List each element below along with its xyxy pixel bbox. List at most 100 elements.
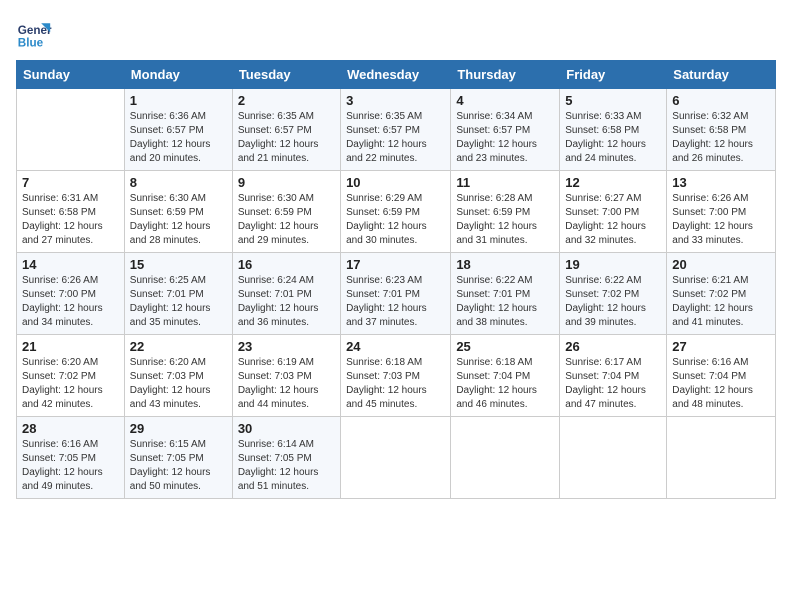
day-cell	[17, 89, 125, 171]
week-row-2: 7 Sunrise: 6:31 AM Sunset: 6:58 PM Daylig…	[17, 171, 776, 253]
day-info: Sunrise: 6:15 AM Sunset: 7:05 PM Dayligh…	[130, 438, 227, 494]
header: General Blue	[16, 16, 776, 52]
day-cell: 5 Sunrise: 6:33 AM Sunset: 6:58 PM Daylig…	[560, 89, 667, 171]
day-info: Sunrise: 6:34 AM Sunset: 6:57 PM Dayligh…	[456, 110, 554, 166]
day-cell: 2 Sunrise: 6:35 AM Sunset: 6:57 PM Daylig…	[232, 89, 340, 171]
day-cell	[341, 417, 451, 499]
day-cell: 30 Sunrise: 6:14 AM Sunset: 7:05 PM Dayli…	[232, 417, 340, 499]
day-info: Sunrise: 6:23 AM Sunset: 7:01 PM Dayligh…	[346, 274, 445, 330]
day-cell: 12 Sunrise: 6:27 AM Sunset: 7:00 PM Dayli…	[560, 171, 667, 253]
day-number: 5	[565, 93, 661, 108]
day-cell: 26Sunrise: 6:17 AM Sunset: 7:04 PM Dayli…	[560, 335, 667, 417]
day-cell: 17 Sunrise: 6:23 AM Sunset: 7:01 PM Dayli…	[341, 253, 451, 335]
col-header-wednesday: Wednesday	[341, 61, 451, 89]
day-cell: 3 Sunrise: 6:35 AM Sunset: 6:57 PM Daylig…	[341, 89, 451, 171]
day-cell	[560, 417, 667, 499]
day-info: Sunrise: 6:25 AM Sunset: 7:01 PM Dayligh…	[130, 274, 227, 330]
day-cell: 1 Sunrise: 6:36 AM Sunset: 6:57 PM Daylig…	[124, 89, 232, 171]
day-number: 25	[456, 339, 554, 354]
week-row-4: 21Sunrise: 6:20 AM Sunset: 7:02 PM Dayli…	[17, 335, 776, 417]
day-cell: 19 Sunrise: 6:22 AM Sunset: 7:02 PM Dayli…	[560, 253, 667, 335]
svg-text:Blue: Blue	[18, 37, 44, 50]
day-info: Sunrise: 6:18 AM Sunset: 7:03 PM Dayligh…	[346, 356, 445, 412]
week-row-1: 1 Sunrise: 6:36 AM Sunset: 6:57 PM Daylig…	[17, 89, 776, 171]
day-info: Sunrise: 6:16 AM Sunset: 7:05 PM Dayligh…	[22, 438, 119, 494]
day-cell: 25 Sunrise: 6:18 AM Sunset: 7:04 PM Dayli…	[451, 335, 560, 417]
day-info: Sunrise: 6:24 AM Sunset: 7:01 PM Dayligh…	[238, 274, 335, 330]
day-cell: 22Sunrise: 6:20 AM Sunset: 7:03 PM Dayli…	[124, 335, 232, 417]
logo: General Blue	[16, 16, 56, 52]
day-cell: 10Sunrise: 6:29 AM Sunset: 6:59 PM Dayli…	[341, 171, 451, 253]
col-header-monday: Monday	[124, 61, 232, 89]
day-cell: 4 Sunrise: 6:34 AM Sunset: 6:57 PM Daylig…	[451, 89, 560, 171]
day-number: 10	[346, 175, 445, 190]
col-header-saturday: Saturday	[667, 61, 776, 89]
day-cell: 7 Sunrise: 6:31 AM Sunset: 6:58 PM Daylig…	[17, 171, 125, 253]
day-cell: 24 Sunrise: 6:18 AM Sunset: 7:03 PM Dayli…	[341, 335, 451, 417]
day-cell: 11 Sunrise: 6:28 AM Sunset: 6:59 PM Dayli…	[451, 171, 560, 253]
day-info: Sunrise: 6:17 AM Sunset: 7:04 PM Dayligh…	[565, 356, 661, 412]
day-number: 27	[672, 339, 770, 354]
day-number: 23	[238, 339, 335, 354]
day-info: Sunrise: 6:27 AM Sunset: 7:00 PM Dayligh…	[565, 192, 661, 248]
day-info: Sunrise: 6:35 AM Sunset: 6:57 PM Dayligh…	[238, 110, 335, 166]
day-number: 7	[22, 175, 119, 190]
day-cell: 16 Sunrise: 6:24 AM Sunset: 7:01 PM Dayli…	[232, 253, 340, 335]
day-info: Sunrise: 6:33 AM Sunset: 6:58 PM Dayligh…	[565, 110, 661, 166]
day-info: Sunrise: 6:22 AM Sunset: 7:02 PM Dayligh…	[565, 274, 661, 330]
day-number: 19	[565, 257, 661, 272]
day-number: 15	[130, 257, 227, 272]
day-info: Sunrise: 6:20 AM Sunset: 7:02 PM Dayligh…	[22, 356, 119, 412]
day-cell: 8 Sunrise: 6:30 AM Sunset: 6:59 PM Daylig…	[124, 171, 232, 253]
day-number: 14	[22, 257, 119, 272]
day-info: Sunrise: 6:36 AM Sunset: 6:57 PM Dayligh…	[130, 110, 227, 166]
day-cell: 21Sunrise: 6:20 AM Sunset: 7:02 PM Dayli…	[17, 335, 125, 417]
day-number: 30	[238, 421, 335, 436]
day-number: 18	[456, 257, 554, 272]
day-number: 8	[130, 175, 227, 190]
day-info: Sunrise: 6:30 AM Sunset: 6:59 PM Dayligh…	[238, 192, 335, 248]
day-cell: 6Sunrise: 6:32 AM Sunset: 6:58 PM Daylig…	[667, 89, 776, 171]
day-number: 16	[238, 257, 335, 272]
day-cell: 28 Sunrise: 6:16 AM Sunset: 7:05 PM Dayli…	[17, 417, 125, 499]
day-info: Sunrise: 6:30 AM Sunset: 6:59 PM Dayligh…	[130, 192, 227, 248]
day-number: 24	[346, 339, 445, 354]
day-number: 12	[565, 175, 661, 190]
day-info: Sunrise: 6:32 AM Sunset: 6:58 PM Dayligh…	[672, 110, 770, 166]
day-number: 3	[346, 93, 445, 108]
day-number: 11	[456, 175, 554, 190]
day-number: 17	[346, 257, 445, 272]
day-info: Sunrise: 6:21 AM Sunset: 7:02 PM Dayligh…	[672, 274, 770, 330]
day-cell: 29 Sunrise: 6:15 AM Sunset: 7:05 PM Dayli…	[124, 417, 232, 499]
day-number: 29	[130, 421, 227, 436]
day-cell: 14 Sunrise: 6:26 AM Sunset: 7:00 PM Dayli…	[17, 253, 125, 335]
day-info: Sunrise: 6:14 AM Sunset: 7:05 PM Dayligh…	[238, 438, 335, 494]
col-header-friday: Friday	[560, 61, 667, 89]
col-header-thursday: Thursday	[451, 61, 560, 89]
day-cell: 27Sunrise: 6:16 AM Sunset: 7:04 PM Dayli…	[667, 335, 776, 417]
day-info: Sunrise: 6:18 AM Sunset: 7:04 PM Dayligh…	[456, 356, 554, 412]
day-cell: 15 Sunrise: 6:25 AM Sunset: 7:01 PM Dayli…	[124, 253, 232, 335]
day-number: 20	[672, 257, 770, 272]
day-info: Sunrise: 6:31 AM Sunset: 6:58 PM Dayligh…	[22, 192, 119, 248]
day-info: Sunrise: 6:35 AM Sunset: 6:57 PM Dayligh…	[346, 110, 445, 166]
logo-icon: General Blue	[16, 16, 52, 52]
day-cell: 9 Sunrise: 6:30 AM Sunset: 6:59 PM Daylig…	[232, 171, 340, 253]
col-header-sunday: Sunday	[17, 61, 125, 89]
day-number: 28	[22, 421, 119, 436]
day-number: 4	[456, 93, 554, 108]
day-number: 9	[238, 175, 335, 190]
day-cell	[451, 417, 560, 499]
day-cell: 18 Sunrise: 6:22 AM Sunset: 7:01 PM Dayli…	[451, 253, 560, 335]
day-info: Sunrise: 6:26 AM Sunset: 7:00 PM Dayligh…	[22, 274, 119, 330]
day-number: 2	[238, 93, 335, 108]
day-cell: 20 Sunrise: 6:21 AM Sunset: 7:02 PM Dayli…	[667, 253, 776, 335]
day-info: Sunrise: 6:22 AM Sunset: 7:01 PM Dayligh…	[456, 274, 554, 330]
day-number: 1	[130, 93, 227, 108]
day-cell: 13Sunrise: 6:26 AM Sunset: 7:00 PM Dayli…	[667, 171, 776, 253]
day-info: Sunrise: 6:28 AM Sunset: 6:59 PM Dayligh…	[456, 192, 554, 248]
day-number: 13	[672, 175, 770, 190]
day-info: Sunrise: 6:20 AM Sunset: 7:03 PM Dayligh…	[130, 356, 227, 412]
calendar-table: SundayMondayTuesdayWednesdayThursdayFrid…	[16, 60, 776, 499]
day-cell	[667, 417, 776, 499]
